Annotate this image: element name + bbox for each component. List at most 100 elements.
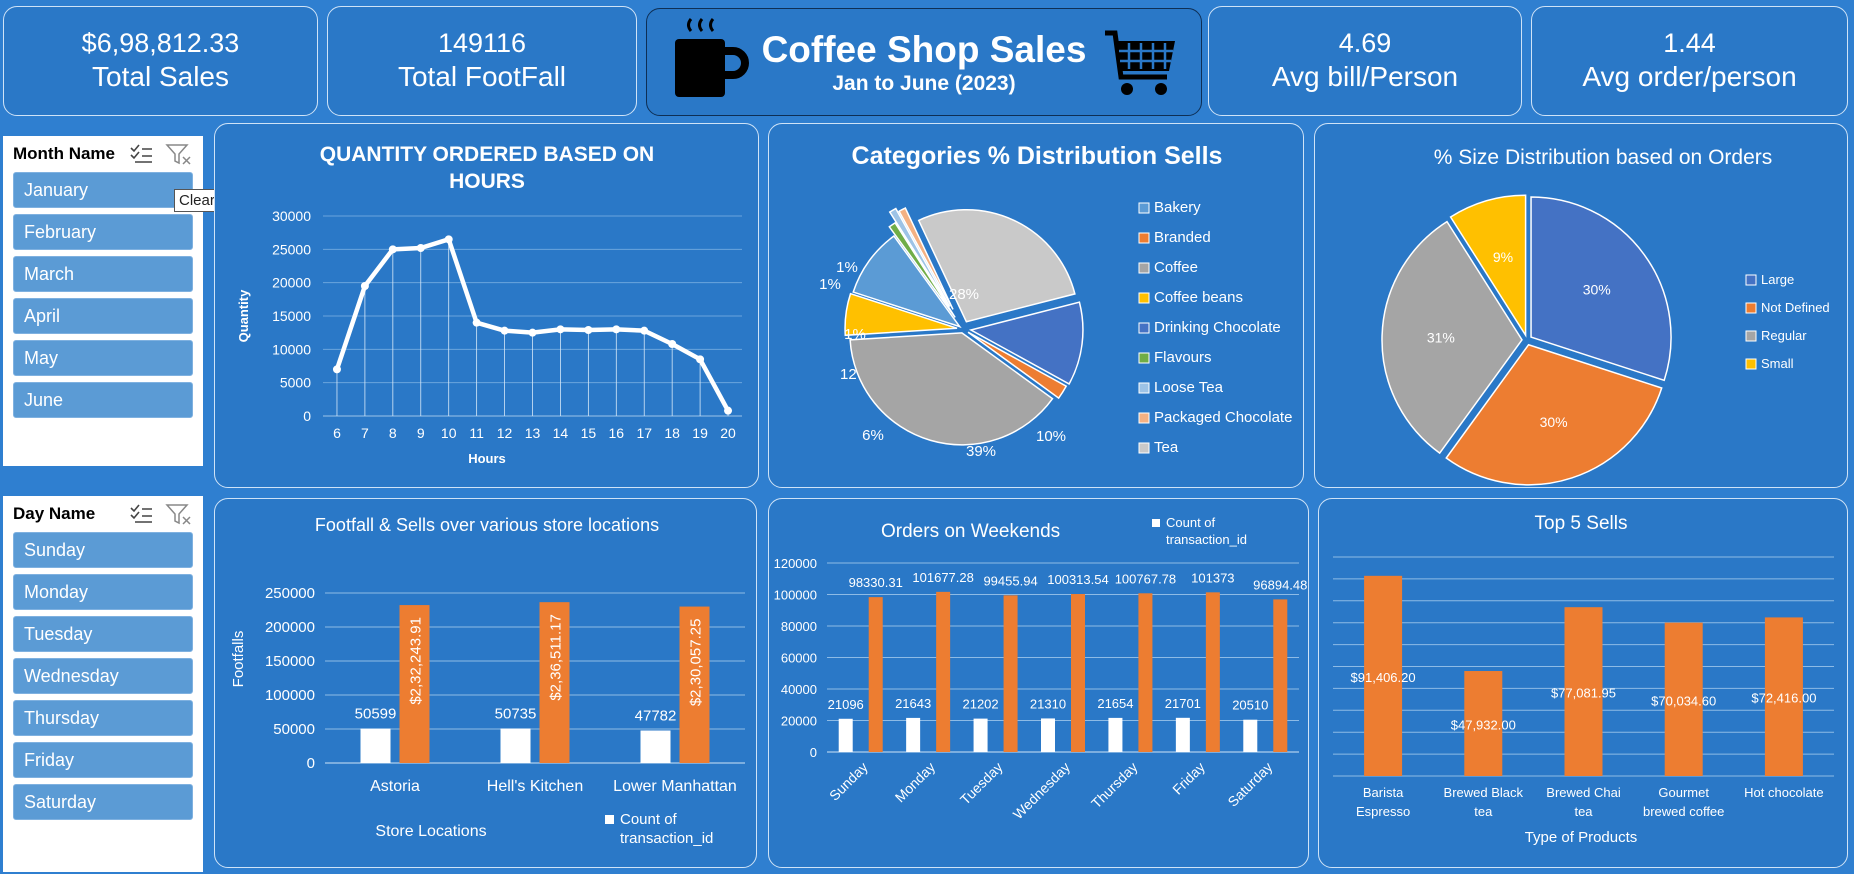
clear-filter-icon[interactable] <box>165 143 193 165</box>
x-tick-label: 10 <box>441 425 457 441</box>
legend-label: Coffee beans <box>1154 289 1243 306</box>
size-pie-chart: % Size Distribution based on Orders 30% 30… <box>1381 146 1830 486</box>
x-tick-label: 17 <box>636 425 652 441</box>
data-label: 101373 <box>1191 570 1234 585</box>
x-tick-label: Barista <box>1363 785 1404 800</box>
y-axis-title: Footfalls <box>230 631 247 688</box>
kpi-avg-bill: 4.69 Avg bill/Person <box>1208 6 1522 116</box>
slicer-item-february[interactable]: February <box>13 214 193 250</box>
legend-swatch <box>1138 262 1150 274</box>
slicer-item-saturday[interactable]: Saturday <box>13 784 193 820</box>
x-tick-label: Wednesday <box>1010 759 1073 822</box>
day-slicer: Day Name Sunday Monday Tuesday Wednesday Thu… <box>3 496 203 872</box>
clear-filter-icon[interactable] <box>165 503 193 525</box>
multi-select-icon[interactable] <box>129 144 153 164</box>
chart-title: Orders on Weekends <box>881 521 1060 542</box>
y-axis-title: Quantity <box>236 289 251 342</box>
categories-pie-chart: Categories % Distribution Sells28%12%2%3… <box>819 142 1292 460</box>
slicer-item-monday[interactable]: Monday <box>13 574 193 610</box>
legend-swatch <box>1138 292 1150 304</box>
weekday-chart-card: Orders on Weekends Count of transaction_id… <box>768 498 1309 868</box>
y-tick-label: 25000 <box>272 241 311 257</box>
data-point <box>668 340 677 348</box>
chart-title: % Size Distribution based on Orders <box>1434 146 1773 169</box>
x-tick-label: Astoria <box>370 778 420 795</box>
data-label: $91,406.20 <box>1351 670 1416 685</box>
chart-title: QUANTITY ORDERED BASED ON <box>320 143 654 166</box>
legend-swatch <box>1138 322 1150 334</box>
data-point <box>472 318 481 327</box>
data-point <box>612 325 621 334</box>
legend-label: Not Defined <box>1761 300 1830 315</box>
kpi-value: 149116 <box>437 28 527 58</box>
x-tick-label: Brewed Chai <box>1546 785 1621 800</box>
x-tick-label: 11 <box>469 425 484 441</box>
slicer-item-may[interactable]: May <box>13 340 193 376</box>
pie-label: 30% <box>1540 414 1568 430</box>
data-label: $2,32,243.91 <box>408 617 425 705</box>
size-chart-card: % Size Distribution based on Orders 30% 30… <box>1314 123 1848 488</box>
kpi-value: $6,98,812.33 <box>81 28 240 58</box>
data-point <box>444 235 453 244</box>
x-tick-label: Thursday <box>1088 759 1141 812</box>
legend-swatch <box>1138 232 1150 244</box>
data-label: 98330.31 <box>849 575 903 590</box>
slicer-item-april[interactable]: April <box>13 298 193 334</box>
x-tick-label: Hell's Kitchen <box>487 778 583 795</box>
legend-label: Coffee <box>1154 259 1198 276</box>
page-title: Coffee Shop Sales <box>761 29 1087 70</box>
x-tick-label: 15 <box>581 425 597 441</box>
data-point <box>584 326 593 334</box>
bar <box>1138 593 1153 752</box>
legend-swatch <box>1138 442 1150 454</box>
slicer-item-march[interactable]: March <box>13 256 193 292</box>
slicer-item-january[interactable]: January <box>13 172 193 208</box>
y-tick-label: 0 <box>810 745 817 760</box>
data-point <box>360 282 369 290</box>
bar <box>936 591 951 752</box>
y-tick-label: 20000 <box>272 275 311 291</box>
legend-label: transaction_id <box>620 830 713 847</box>
multi-select-icon[interactable] <box>129 504 153 524</box>
pie-label: 39% <box>966 443 996 460</box>
kpi-label: Avg order/person <box>1582 61 1797 92</box>
x-tick-label: 18 <box>664 425 680 441</box>
data-label: $2,30,057.25 <box>688 619 705 707</box>
legend-label: Loose Tea <box>1154 379 1224 396</box>
legend-label: Packaged Chocolate <box>1154 409 1292 426</box>
x-tick-label: Friday <box>1169 759 1208 798</box>
data-label: 21643 <box>895 696 931 711</box>
slicer-title: Month Name <box>13 144 115 163</box>
pie-label: 6% <box>862 427 884 444</box>
slicer-item-tuesday[interactable]: Tuesday <box>13 616 193 652</box>
slicer-item-wednesday[interactable]: Wednesday <box>13 658 193 694</box>
slicer-item-friday[interactable]: Friday <box>13 742 193 778</box>
bar <box>1175 717 1190 752</box>
y-tick-label: 100000 <box>774 588 817 603</box>
data-label: 21096 <box>828 697 864 712</box>
y-tick-label: 5000 <box>280 375 311 391</box>
data-label: 96894.48 <box>1253 577 1307 592</box>
data-point <box>724 406 733 415</box>
data-label: 20510 <box>1232 698 1268 713</box>
y-tick-label: 10000 <box>272 341 311 357</box>
legend-label: Branded <box>1154 229 1211 246</box>
bar <box>640 730 671 763</box>
dashboard-header: Coffee Shop Sales Jan to June (2023) <box>646 8 1202 116</box>
legend-swatch <box>1138 412 1150 424</box>
legend-label: Bakery <box>1154 199 1201 216</box>
slicer-item-sunday[interactable]: Sunday <box>13 532 193 568</box>
x-tick-label: 19 <box>692 425 708 441</box>
bar <box>1108 717 1123 752</box>
x-axis-title: Hours <box>468 451 506 466</box>
y-tick-label: 80000 <box>781 619 817 634</box>
legend-label: Drinking Chocolate <box>1154 319 1281 336</box>
slicer-item-june[interactable]: June <box>13 382 193 418</box>
chart-title: Footfall & Sells over various store loca… <box>315 515 659 535</box>
data-label: 47782 <box>635 708 677 725</box>
y-tick-label: 120000 <box>774 556 817 571</box>
hours-line-chart: QUANTITY ORDERED BASED ON HOURS 0 5000 10000… <box>236 143 742 466</box>
slicer-item-thursday[interactable]: Thursday <box>13 700 193 736</box>
kpi-total-sales: $6,98,812.33 Total Sales <box>3 6 318 116</box>
x-tick-label: Lower Manhattan <box>613 778 737 795</box>
